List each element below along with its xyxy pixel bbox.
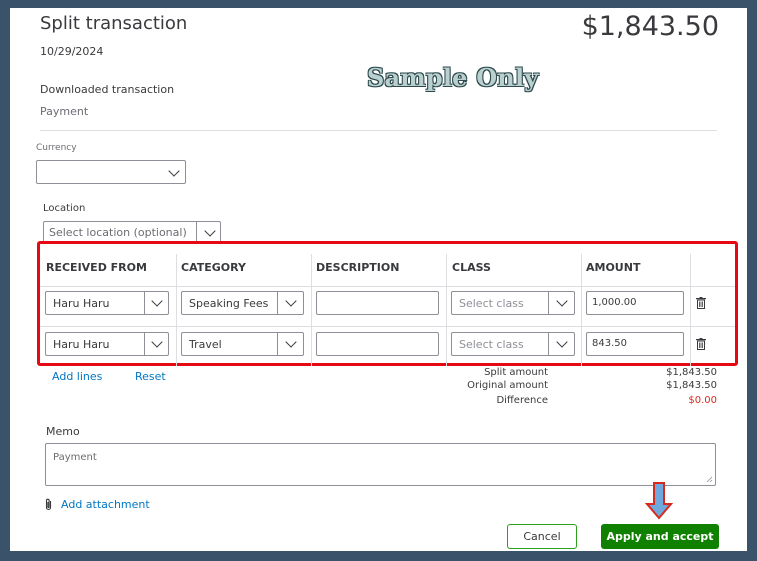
- chevron-down-icon: [285, 295, 297, 307]
- memo-textarea[interactable]: Payment: [45, 443, 716, 486]
- divider: [40, 130, 717, 131]
- header-row-divider: [40, 286, 735, 287]
- chevron-down-icon: [151, 336, 163, 348]
- category-select[interactable]: Speaking Fees: [181, 291, 304, 315]
- chevron-down-icon: [556, 336, 568, 348]
- select-separator: [144, 333, 145, 355]
- received-from-value: Haru Haru: [53, 338, 110, 351]
- difference-label: Difference: [496, 395, 548, 406]
- column-divider: [690, 254, 691, 366]
- page-title: Split transaction: [40, 13, 188, 34]
- amount-input[interactable]: 1,000.00: [586, 291, 684, 315]
- select-separator: [548, 333, 549, 355]
- class-select[interactable]: Select class: [451, 332, 575, 356]
- column-divider: [446, 254, 447, 366]
- class-select[interactable]: Select class: [451, 291, 575, 315]
- amount-value: 1,000.00: [592, 297, 637, 308]
- column-divider: [311, 254, 312, 366]
- received-from-value: Haru Haru: [53, 297, 110, 310]
- sample-watermark: Sample Only: [367, 63, 539, 92]
- select-separator: [277, 292, 278, 314]
- header-class: CLASS: [452, 261, 491, 274]
- location-placeholder: Select location (optional): [49, 226, 187, 239]
- chevron-down-icon: [204, 225, 216, 237]
- trash-icon[interactable]: [696, 338, 706, 350]
- received-from-select[interactable]: Haru Haru: [45, 332, 169, 356]
- select-separator: [548, 292, 549, 314]
- reset-link[interactable]: Reset: [135, 370, 166, 383]
- downloaded-transaction-label: Downloaded transaction: [40, 83, 175, 96]
- resize-handle-icon[interactable]: [706, 476, 713, 483]
- difference-value: $0.00: [688, 395, 717, 406]
- arrow-down-icon: [645, 482, 673, 520]
- add-attachment-link[interactable]: Add attachment: [61, 498, 150, 511]
- location-label: Location: [43, 203, 86, 214]
- row-divider: [40, 326, 735, 327]
- chevron-down-icon: [285, 336, 297, 348]
- memo-value: Payment: [53, 452, 97, 463]
- header-amount: AMOUNT: [586, 261, 641, 274]
- original-amount-label: Original amount: [467, 380, 548, 391]
- column-divider: [176, 254, 177, 366]
- chevron-down-icon: [151, 295, 163, 307]
- split-transaction-panel: Split transaction $1,843.50 10/29/2024 D…: [10, 8, 747, 551]
- cancel-button[interactable]: Cancel: [507, 524, 577, 549]
- original-amount-value: $1,843.50: [666, 380, 717, 391]
- header-received-from: RECEIVED FROM: [46, 261, 147, 274]
- description-input[interactable]: [316, 291, 439, 315]
- split-lines-table: RECEIVED FROM CATEGORY DESCRIPTION CLASS…: [37, 241, 738, 366]
- column-divider: [581, 254, 582, 366]
- split-amount-value: $1,843.50: [666, 367, 717, 378]
- memo-label: Memo: [46, 425, 80, 438]
- received-from-select[interactable]: Haru Haru: [45, 291, 169, 315]
- category-select[interactable]: Travel: [181, 332, 304, 356]
- select-separator: [277, 333, 278, 355]
- chevron-down-icon: [556, 295, 568, 307]
- header-category: CATEGORY: [181, 261, 246, 274]
- split-amount-label: Split amount: [484, 367, 548, 378]
- downloaded-transaction-value: Payment: [40, 105, 89, 118]
- total-amount: $1,843.50: [581, 11, 719, 42]
- category-value: Speaking Fees: [189, 297, 269, 310]
- add-lines-link[interactable]: Add lines: [52, 370, 102, 383]
- select-separator: [144, 292, 145, 314]
- select-separator: [196, 222, 197, 242]
- location-select[interactable]: Select location (optional): [43, 221, 221, 243]
- chevron-down-icon: [168, 165, 180, 177]
- currency-label: Currency: [36, 143, 77, 153]
- amount-input[interactable]: 843.50: [586, 332, 684, 356]
- header-description: DESCRIPTION: [316, 261, 400, 274]
- trash-icon[interactable]: [696, 297, 706, 309]
- class-placeholder: Select class: [459, 338, 524, 351]
- category-value: Travel: [189, 338, 222, 351]
- description-input[interactable]: [316, 332, 439, 356]
- amount-value: 843.50: [592, 338, 627, 349]
- apply-and-accept-button[interactable]: Apply and accept: [601, 524, 719, 549]
- currency-select[interactable]: [36, 160, 186, 184]
- transaction-date: 10/29/2024: [40, 45, 104, 58]
- paperclip-icon: [45, 498, 52, 511]
- class-placeholder: Select class: [459, 297, 524, 310]
